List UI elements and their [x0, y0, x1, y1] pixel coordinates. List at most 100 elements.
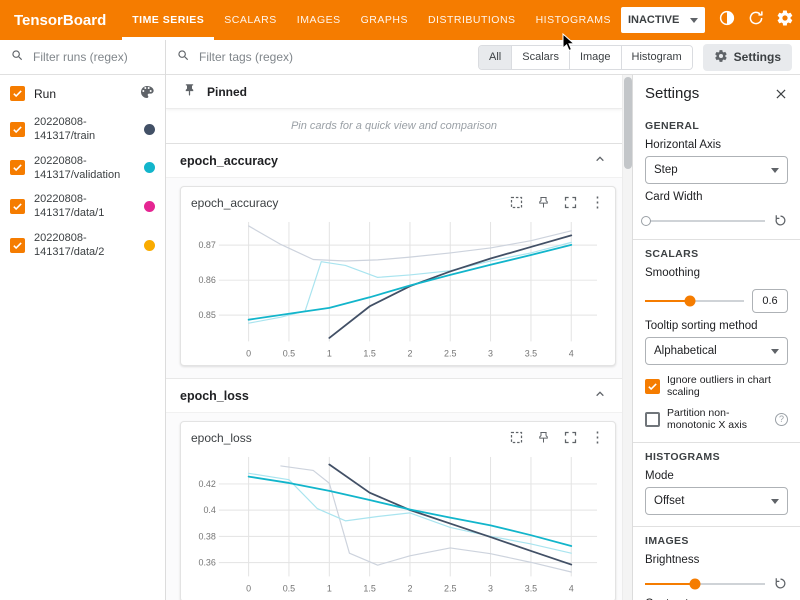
svg-text:1.5: 1.5: [363, 348, 375, 358]
svg-text:0.5: 0.5: [283, 584, 295, 594]
smoothing-label: Smoothing: [645, 267, 788, 279]
filter-runs-row: [0, 40, 165, 75]
pin-card-icon[interactable]: [536, 430, 551, 445]
select-all-runs-checkbox[interactable]: [10, 86, 25, 101]
view-full-size-icon[interactable]: [509, 430, 524, 445]
tooltip-sorting-select[interactable]: Alphabetical: [645, 337, 788, 365]
svg-text:2: 2: [407, 584, 412, 594]
filter-toggle-histogram[interactable]: Histogram: [621, 46, 692, 69]
svg-text:0.4: 0.4: [203, 505, 215, 515]
pinned-section-header: Pinned: [166, 75, 622, 109]
general-section-label: GENERAL: [645, 120, 788, 132]
palette-icon[interactable]: [139, 84, 155, 103]
settings-panel-title: Settings: [645, 85, 699, 102]
help-icon[interactable]: ?: [775, 413, 788, 426]
epoch-accuracy-card-zone: epoch_accuracy ⋮ 0.850.860.8700.511.522.…: [166, 178, 622, 379]
run-row-data-2[interactable]: 20220808-141317/data/2: [0, 226, 165, 265]
runs-table-header: Run: [0, 75, 165, 110]
chevron-up-icon: [592, 151, 608, 170]
reset-icon[interactable]: [773, 576, 788, 591]
slider-thumb[interactable]: [684, 296, 695, 307]
run-label: 20220808-141317/validation: [34, 154, 135, 183]
horizontal-axis-select[interactable]: Step: [645, 156, 788, 184]
chevron-down-icon: [690, 18, 698, 23]
card-width-slider[interactable]: [645, 220, 765, 222]
more-options-icon[interactable]: ⋮: [590, 430, 605, 445]
fullscreen-icon[interactable]: [563, 430, 578, 445]
epoch-loss-chart[interactable]: 0.360.380.40.4200.511.522.533.54: [189, 451, 607, 598]
reset-icon[interactable]: [773, 213, 788, 228]
filter-toggle-image[interactable]: Image: [569, 46, 621, 69]
card-width-label: Card Width: [645, 191, 788, 203]
tooltip-sorting-label: Tooltip sorting method: [645, 320, 788, 332]
theme-toggle-button[interactable]: [714, 7, 740, 33]
section-title: epoch_accuracy: [180, 154, 278, 168]
filter-toggle-scalars[interactable]: Scalars: [511, 46, 569, 69]
tag-type-filter-group: All Scalars Image Histogram: [478, 45, 693, 70]
slider-thumb[interactable]: [690, 578, 701, 589]
gear-icon: [776, 9, 794, 32]
fullscreen-icon[interactable]: [563, 195, 578, 210]
contrast-icon: [718, 9, 736, 32]
run-checkbox[interactable]: [10, 238, 25, 253]
tab-images[interactable]: IMAGES: [287, 0, 351, 40]
svg-text:2: 2: [407, 348, 412, 358]
histogram-mode-select[interactable]: Offset: [645, 487, 788, 515]
ignore-outliers-checkbox[interactable]: [645, 379, 660, 394]
view-full-size-icon[interactable]: [509, 195, 524, 210]
open-settings-button[interactable]: Settings: [703, 44, 792, 71]
svg-text:0: 0: [246, 348, 251, 358]
partition-x-axis-checkbox[interactable]: [645, 412, 660, 427]
section-title: epoch_loss: [180, 389, 249, 403]
histograms-section-label: HISTOGRAMS: [645, 451, 788, 463]
horizontal-axis-label: Horizontal Axis: [645, 139, 788, 151]
epoch-loss-card-zone: epoch_loss ⋮ 0.360.380.40.4200.511.522.5…: [166, 413, 622, 600]
reload-button[interactable]: [743, 7, 769, 33]
tab-scalars[interactable]: SCALARS: [214, 0, 287, 40]
run-row-train[interactable]: 20220808-141317/train: [0, 110, 165, 149]
close-icon[interactable]: [774, 87, 788, 101]
tab-graphs[interactable]: GRAPHS: [351, 0, 418, 40]
slider-thumb[interactable]: [641, 216, 651, 226]
global-settings-button[interactable]: [772, 7, 798, 33]
filter-toggle-all[interactable]: All: [479, 46, 511, 69]
run-row-validation[interactable]: 20220808-141317/validation: [0, 149, 165, 188]
chevron-up-icon: [592, 386, 608, 405]
main-nav-tabs: TIME SERIES SCALARS IMAGES GRAPHS DISTRI…: [122, 0, 621, 40]
reload-status-dropdown[interactable]: INACTIVE: [621, 7, 705, 33]
filter-runs-input[interactable]: [31, 49, 155, 65]
tab-histograms[interactable]: HISTOGRAMS: [526, 0, 621, 40]
brightness-slider[interactable]: [645, 583, 765, 585]
smoothing-value-input[interactable]: [752, 289, 788, 313]
filter-tags-input[interactable]: [197, 49, 468, 65]
svg-text:1.5: 1.5: [363, 584, 375, 594]
run-label: 20220808-141317/data/2: [34, 231, 135, 260]
run-checkbox[interactable]: [10, 122, 25, 137]
epoch-accuracy-chart[interactable]: 0.850.860.8700.511.522.533.54: [189, 216, 607, 363]
run-checkbox[interactable]: [10, 199, 25, 214]
svg-text:3: 3: [488, 348, 493, 358]
smoothing-slider[interactable]: [645, 300, 744, 302]
run-checkbox[interactable]: [10, 160, 25, 175]
run-label: 20220808-141317/data/1: [34, 192, 135, 221]
partition-x-axis-label: Partition non-monotonic X axis: [667, 407, 768, 431]
main-scrollbar: [622, 75, 632, 600]
svg-text:0.42: 0.42: [198, 479, 215, 489]
section-header-epoch-accuracy[interactable]: epoch_accuracy: [166, 144, 622, 178]
svg-text:0.86: 0.86: [198, 275, 215, 285]
run-color-dot: [144, 201, 155, 212]
tab-distributions[interactable]: DISTRIBUTIONS: [418, 0, 526, 40]
more-options-icon[interactable]: ⋮: [590, 195, 605, 210]
svg-text:0.38: 0.38: [198, 532, 215, 542]
tooltip-sorting-value: Alphabetical: [654, 345, 717, 357]
scrollbar-thumb[interactable]: [624, 77, 632, 169]
brightness-label: Brightness: [645, 554, 788, 566]
filter-tags-row: [166, 40, 478, 75]
run-row-data-1[interactable]: 20220808-141317/data/1: [0, 187, 165, 226]
pin-card-icon[interactable]: [536, 195, 551, 210]
tab-time-series[interactable]: TIME SERIES: [122, 0, 214, 40]
section-header-epoch-loss[interactable]: epoch_loss: [166, 379, 622, 413]
ignore-outliers-label: Ignore outliers in chart scaling: [667, 374, 788, 398]
runs-sidebar: Run 20220808-141317/train 20220808-14131…: [0, 40, 166, 600]
scalars-section-label: SCALARS: [645, 248, 788, 260]
